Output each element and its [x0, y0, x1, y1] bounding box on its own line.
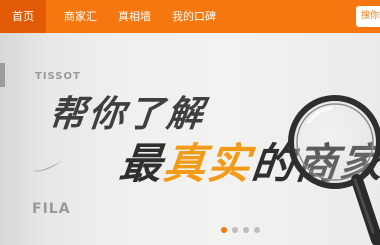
search-button[interactable]: 搜你想	[356, 6, 380, 27]
nike-swoosh-icon	[32, 161, 62, 172]
brand-logo-tile	[0, 63, 5, 87]
carousel-dot-2[interactable]	[232, 227, 238, 233]
nav-item-home[interactable]: 首页	[0, 0, 46, 33]
nav-item-truth-wall[interactable]: 真相墙	[118, 0, 151, 33]
magnifier-lens	[288, 95, 380, 189]
carousel-dot-1[interactable]	[221, 227, 227, 233]
brand-logo-tissot: TISSOT	[35, 71, 81, 82]
brand-logo-fila: FILA	[32, 201, 71, 217]
brand-logo-wall: TISSOT FILA	[0, 33, 110, 245]
carousel-dot-3[interactable]	[243, 227, 249, 233]
headline-highlight: 真实	[161, 139, 255, 188]
headline-prefix: 最	[117, 139, 167, 188]
top-nav-bar: 首页 商家汇 真相墙 我的口碑 搜你想	[0, 0, 380, 33]
magnifier-glass-icon	[288, 95, 380, 245]
nav-item-my-reviews[interactable]: 我的口碑	[172, 0, 216, 33]
magnifier-handle	[351, 174, 380, 245]
nav-item-merchants[interactable]: 商家汇	[64, 0, 97, 33]
carousel-dot-4[interactable]	[254, 227, 260, 233]
promo-banner[interactable]: TISSOT FILA 帮你了解 最真实的商家	[0, 33, 380, 245]
